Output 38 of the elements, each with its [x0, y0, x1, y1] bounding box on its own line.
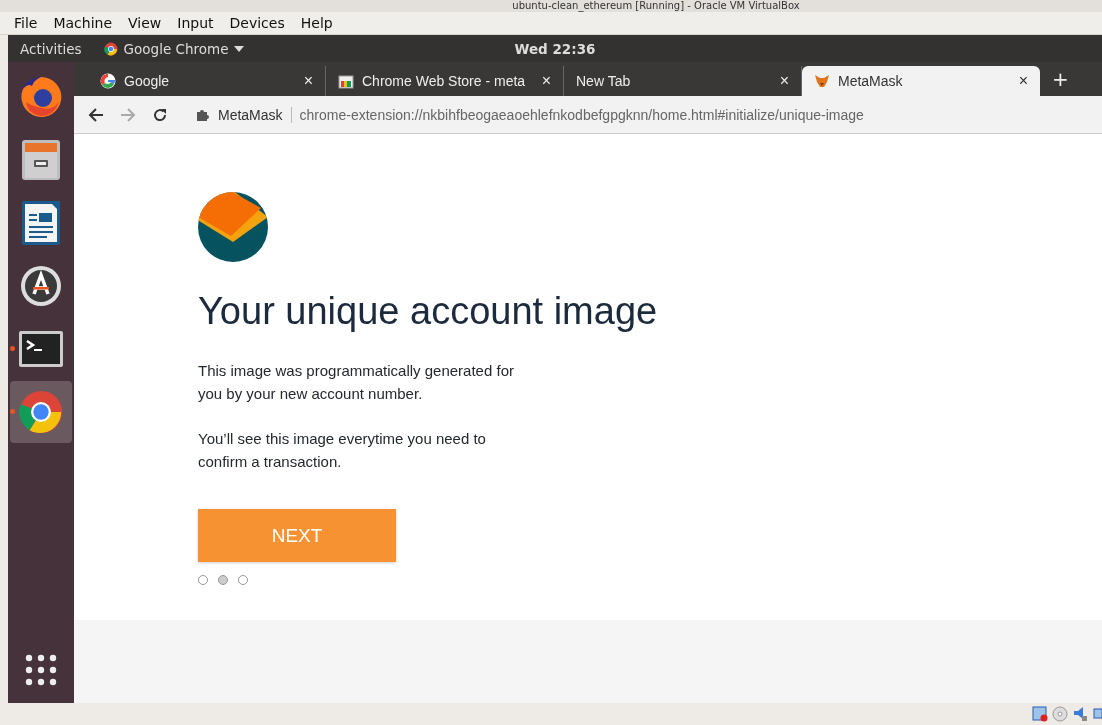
browser-tab[interactable]: MetaMask ×: [802, 66, 1040, 96]
google-icon: [100, 73, 116, 89]
close-tab-button[interactable]: ×: [1018, 72, 1028, 90]
menu-item[interactable]: Devices: [221, 15, 293, 31]
menu-item[interactable]: Input: [169, 15, 222, 31]
menu-item[interactable]: File: [6, 15, 46, 31]
app-menu[interactable]: Google Chrome: [103, 40, 245, 57]
terminal-icon: [18, 330, 64, 368]
activities-button[interactable]: Activities: [8, 40, 94, 57]
file-cabinet-icon: [19, 138, 63, 182]
close-tab-button[interactable]: ×: [303, 72, 313, 90]
fox-icon: [814, 73, 830, 89]
back-icon[interactable]: [88, 106, 104, 123]
app-grid-icon[interactable]: [24, 653, 58, 687]
page-heading: Your unique account image: [198, 290, 658, 333]
firefox-icon: [18, 74, 64, 120]
new-tab-button[interactable]: +: [1052, 67, 1069, 91]
store-icon: [338, 73, 354, 89]
menu-item[interactable]: Machine: [45, 15, 121, 31]
chrome-icon: [18, 389, 64, 435]
paragraph: You’ll see this image everytime you need to confirm a transaction.: [198, 429, 487, 472]
close-tab-button[interactable]: ×: [779, 72, 789, 90]
optical-disc-icon: [1052, 706, 1068, 722]
window-title: ubuntu-clean_ethereum [Running] - Oracle VM VirtualBox: [511, 0, 800, 12]
update-icon: [19, 264, 63, 308]
reload-icon[interactable]: [152, 106, 168, 123]
document-icon: [19, 200, 63, 246]
dock-item[interactable]: [10, 381, 72, 443]
paragraph: This image was programmatically generated for you by your new account number.: [198, 361, 515, 404]
caret-icon: [234, 45, 245, 52]
close-tab-button[interactable]: ×: [541, 72, 551, 90]
audio-icon: [1072, 706, 1088, 722]
menu-item[interactable]: View: [120, 15, 170, 31]
chrome-icon: [103, 41, 118, 56]
menu-item[interactable]: Help: [292, 15, 341, 31]
clock: Wed 22:36: [514, 40, 596, 57]
network-icon: [1092, 706, 1102, 722]
puzzle-icon: [196, 107, 210, 122]
